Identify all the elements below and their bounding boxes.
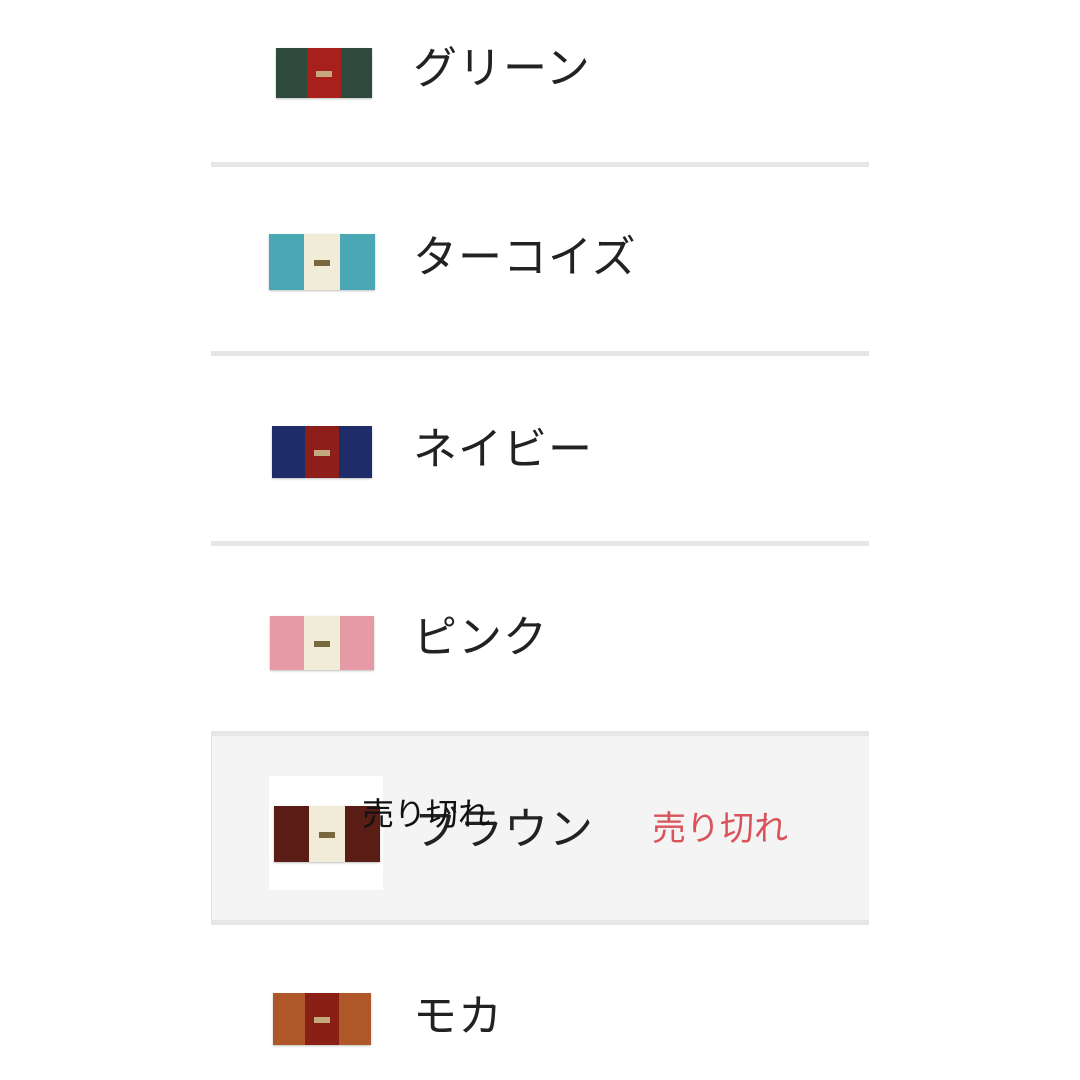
variant-name: ピンク: [413, 612, 548, 663]
variant-name: グリーン: [413, 43, 591, 94]
variant-row-turquoise[interactable]: ターコイズ: [211, 167, 869, 351]
thumbnail-mocha: [273, 993, 371, 1045]
variant-row-mocha[interactable]: モカ: [211, 925, 869, 1080]
thumbnail-green: [276, 48, 372, 98]
variant-name: ターコイズ: [413, 232, 637, 283]
thumbnail-turquoise: [269, 234, 375, 290]
thumbnail-navy: [272, 426, 372, 478]
variant-name: ネイビー: [413, 424, 593, 475]
color-variant-list: グリーン ターコイズ ネイビー ピンク ブラウン 売り切れ 売り切れ モカ: [211, 0, 869, 1080]
variant-name: モカ: [413, 991, 503, 1042]
sold-out-overlay-label: 売り切れ: [362, 795, 491, 833]
sold-out-badge: 売り切れ: [652, 809, 788, 849]
thumbnail-pink: [270, 616, 374, 670]
variant-row-green[interactable]: グリーン: [211, 0, 869, 162]
variant-row-pink[interactable]: ピンク: [211, 546, 869, 731]
variant-row-brown[interactable]: ブラウン 売り切れ 売り切れ: [211, 736, 869, 920]
variant-row-navy[interactable]: ネイビー: [211, 356, 869, 541]
